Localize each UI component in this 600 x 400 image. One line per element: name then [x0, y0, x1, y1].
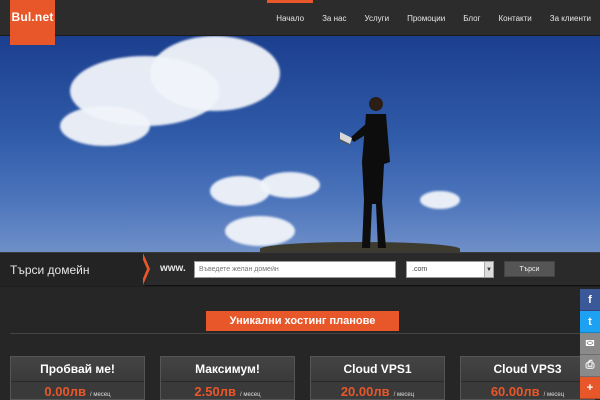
plan-name: Пробвай ме!: [11, 357, 144, 382]
nav-item-promotions[interactable]: Промоции: [398, 0, 454, 36]
nav-item-home[interactable]: Начало: [267, 0, 313, 36]
plan-price-row: 60.00лв / месец: [461, 382, 594, 399]
hero-cloud: [60, 106, 150, 146]
plan-period: / месец: [543, 392, 565, 398]
facebook-icon[interactable]: f: [580, 289, 600, 311]
plan-price-row: 20.00лв / месец: [311, 382, 444, 399]
hero-slider: [0, 36, 600, 252]
hero-cloud: [420, 191, 460, 209]
plan-name: Cloud VPS3: [461, 357, 594, 382]
hosting-plans-section: Уникални хостинг планове Пробвай ме! 0.0…: [0, 287, 600, 400]
plan-card-cloud-vps3[interactable]: Cloud VPS3 60.00лв / месец: [460, 356, 595, 400]
plans-section-title: Уникални хостинг планове: [206, 311, 399, 331]
plan-name: Cloud VPS1: [311, 357, 444, 382]
social-share-bar: f t ✉ ⎙ +: [580, 289, 600, 399]
email-icon[interactable]: ✉: [580, 333, 600, 355]
www-prefix: www.: [160, 263, 186, 274]
domain-search-bar: Търси домейн www. .com ▼ Търси: [0, 252, 600, 286]
plan-price-row: 0.00лв / месец: [11, 382, 144, 399]
domain-search-title: Търси домейн: [0, 253, 145, 286]
hero-cloud: [225, 216, 295, 246]
domain-search-button[interactable]: Търси: [504, 261, 555, 277]
hero-cloud: [150, 36, 280, 111]
twitter-icon[interactable]: t: [580, 311, 600, 333]
tld-selected-value: .com: [412, 266, 428, 273]
plan-card-maximum[interactable]: Максимум! 2.50лв / месец: [160, 356, 295, 400]
tld-select[interactable]: .com ▼: [406, 261, 494, 278]
person-with-laptop-image: [340, 97, 390, 248]
plan-price: 60.00лв: [490, 384, 540, 399]
main-nav: Начало За нас Услуги Промоции Блог Конта…: [267, 0, 600, 36]
nav-item-for-clients[interactable]: За клиенти: [541, 0, 600, 36]
chevron-down-icon[interactable]: ▼: [484, 262, 493, 277]
hero-cloud: [260, 172, 320, 198]
plan-period: / месец: [239, 392, 261, 398]
top-navigation-bar: Начало За нас Услуги Промоции Блог Конта…: [0, 0, 600, 36]
plan-price: 20.00лв: [340, 384, 390, 399]
plan-price: 2.50лв: [194, 384, 236, 399]
domain-input[interactable]: [194, 261, 396, 278]
print-icon[interactable]: ⎙: [580, 355, 600, 377]
plan-card-cloud-vps1[interactable]: Cloud VPS1 20.00лв / месец: [310, 356, 445, 400]
logo[interactable]: Bul.net: [10, 0, 55, 45]
plan-period: / месец: [393, 392, 415, 398]
plan-card-try-me[interactable]: Пробвай ме! 0.00лв / месец: [10, 356, 145, 400]
page: Начало За нас Услуги Промоции Блог Конта…: [0, 0, 600, 400]
nav-item-services[interactable]: Услуги: [355, 0, 398, 36]
share-plus-icon[interactable]: +: [580, 377, 600, 399]
section-divider: [10, 333, 580, 334]
plan-period: / месец: [89, 392, 111, 398]
nav-item-blog[interactable]: Блог: [454, 0, 489, 36]
arrow-inner-shape: [141, 255, 147, 283]
plan-name: Максимум!: [161, 357, 294, 382]
plan-price: 0.00лв: [44, 384, 86, 399]
nav-item-about[interactable]: За нас: [313, 0, 355, 36]
nav-item-contacts[interactable]: Контакти: [489, 0, 540, 36]
plan-price-row: 2.50лв / месец: [161, 382, 294, 399]
